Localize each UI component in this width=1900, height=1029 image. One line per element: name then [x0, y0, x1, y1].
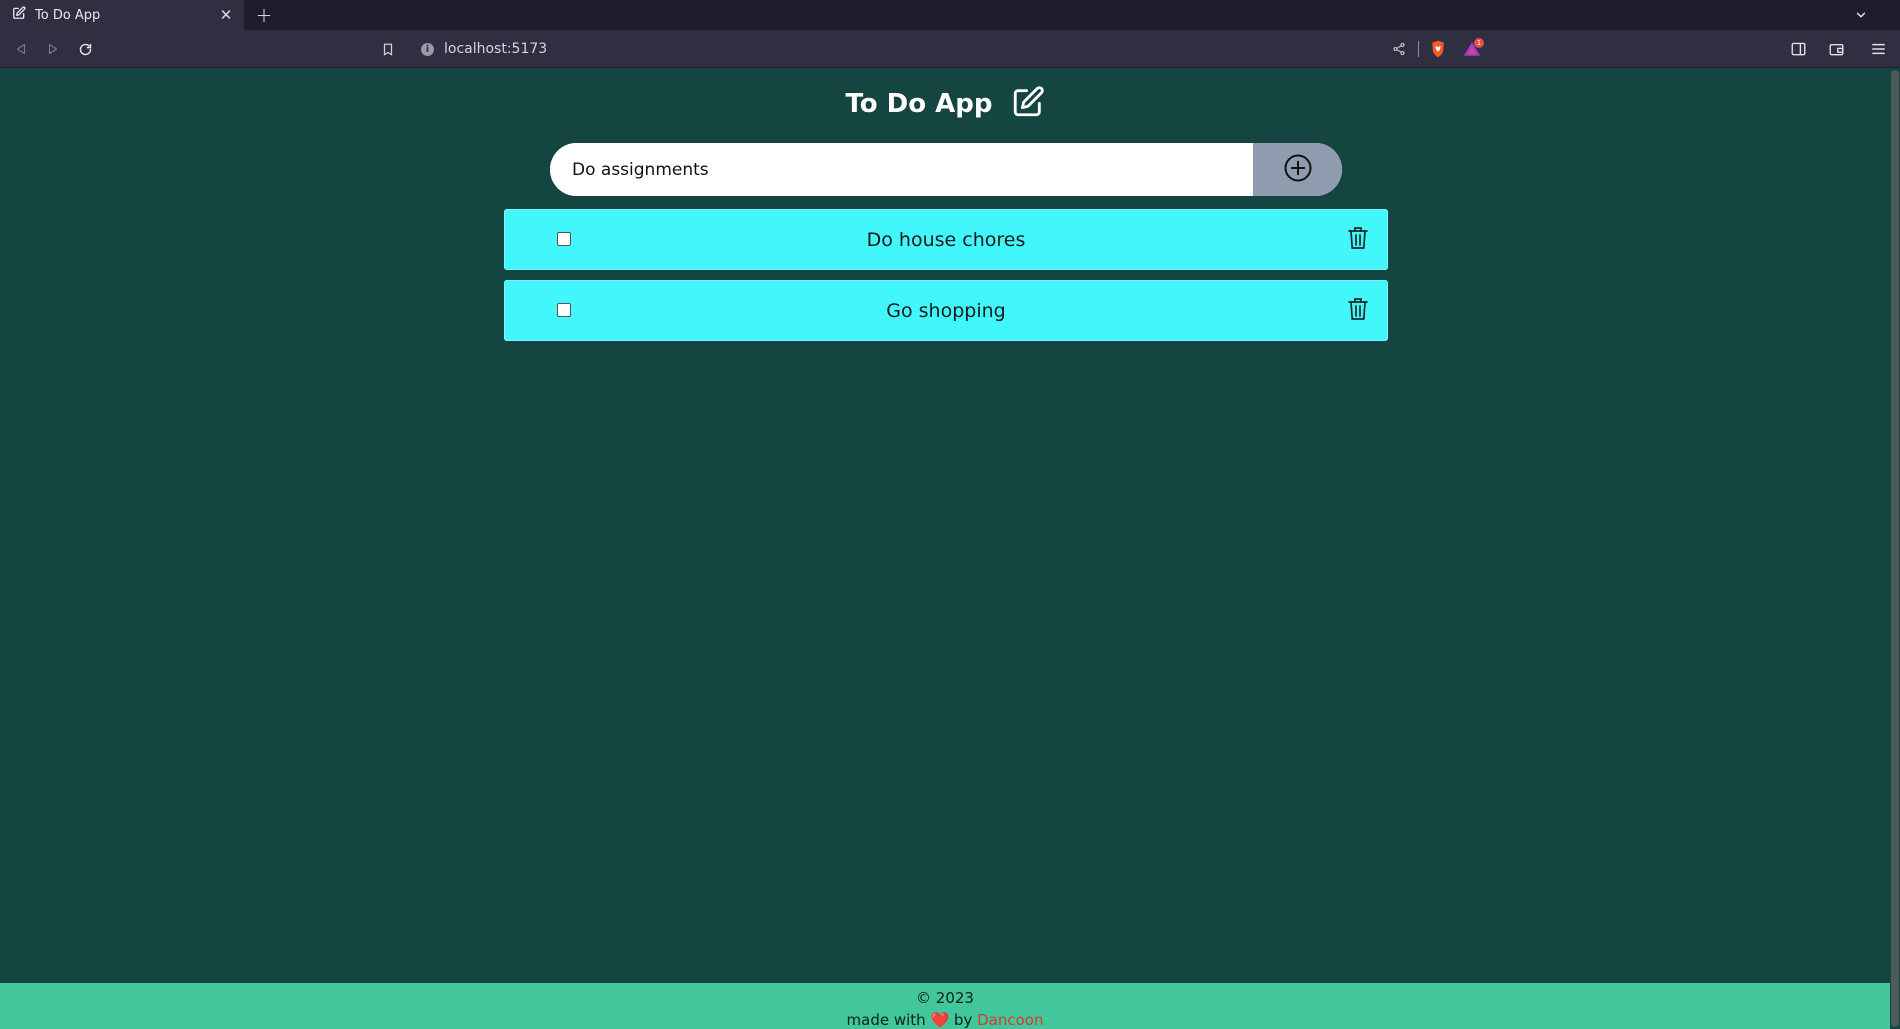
trash-icon	[1348, 297, 1368, 325]
bookmark-icon[interactable]	[378, 39, 398, 59]
todo-checkbox[interactable]	[557, 303, 571, 317]
browser-tab[interactable]: To Do App ✕	[0, 0, 244, 30]
todo-text: Go shopping	[886, 299, 1006, 322]
delete-button[interactable]	[1346, 298, 1370, 324]
edit-icon	[12, 6, 26, 24]
toolbar-divider	[1418, 41, 1419, 57]
footer-copyright: © 2023	[916, 989, 974, 1007]
chevron-down-icon[interactable]	[1852, 6, 1870, 24]
todo-checkbox[interactable]	[557, 232, 571, 246]
close-tab-icon[interactable]: ✕	[218, 6, 234, 24]
wallet-icon[interactable]	[1826, 39, 1846, 59]
plus-circle-icon	[1283, 153, 1313, 186]
rewards-badge: 1	[1474, 38, 1484, 48]
tab-title: To Do App	[35, 7, 101, 23]
footer-by: by	[953, 1011, 973, 1029]
add-todo-form	[550, 143, 1342, 196]
author-link[interactable]: Dancoon	[977, 1011, 1043, 1029]
browser-toolbar: i localhost:5173 1	[0, 30, 1900, 68]
address-bar[interactable]: i localhost:5173	[421, 39, 547, 59]
app-title: To Do App	[845, 89, 993, 119]
forward-icon[interactable]	[43, 39, 63, 59]
browser-tabbar: To Do App ✕ +	[0, 0, 1900, 30]
sidebar-icon[interactable]	[1788, 39, 1808, 59]
heart-icon: ❤️	[930, 1011, 950, 1029]
site-info-icon[interactable]: i	[421, 42, 434, 56]
scrollbar-thumb[interactable]	[1891, 70, 1899, 1027]
new-tab-button[interactable]: +	[244, 0, 284, 30]
brave-shields-icon[interactable]	[1428, 39, 1448, 59]
todo-text: Do house chores	[866, 228, 1026, 251]
footer-made-with: made with	[846, 1011, 926, 1029]
todo-item: Do house chores	[504, 209, 1388, 270]
reload-icon[interactable]	[75, 39, 95, 59]
page-viewport: To Do App Do house chores	[0, 68, 1890, 1029]
task-input[interactable]	[550, 143, 1253, 196]
share-icon[interactable]	[1389, 39, 1409, 59]
app-header: To Do App	[0, 86, 1890, 122]
footer: © 2023 made with ❤️ by Dancoon	[0, 983, 1890, 1029]
page-scrollbar[interactable]	[1890, 68, 1900, 1029]
add-task-button[interactable]	[1253, 143, 1342, 196]
url-text: localhost:5173	[444, 41, 548, 57]
delete-button[interactable]	[1346, 227, 1370, 253]
menu-icon[interactable]	[1868, 39, 1888, 59]
edit-icon	[1011, 85, 1045, 123]
back-icon[interactable]	[11, 39, 31, 59]
todo-item: Go shopping	[504, 280, 1388, 341]
footer-credit: made with ❤️ by Dancoon	[0, 1009, 1890, 1029]
todo-list: Do house chores Go shopping	[504, 209, 1388, 351]
trash-icon	[1348, 226, 1368, 254]
